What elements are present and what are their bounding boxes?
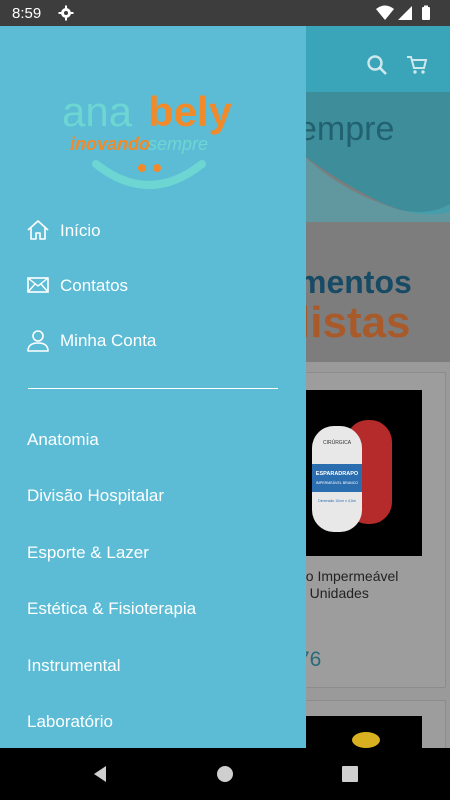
logo-slogan-part1: inovando	[70, 134, 150, 154]
logo-eye-right	[153, 164, 161, 172]
category-item-divisao-hospitalar[interactable]: Divisão Hospitalar	[0, 474, 306, 518]
menu-item-label: Minha Conta	[60, 331, 157, 350]
category-label: Estética & Fisioterapia	[27, 599, 197, 618]
logo-slogan-part2: sempre	[148, 134, 208, 154]
cart-icon[interactable]	[406, 54, 428, 76]
category-item-esporte-lazer[interactable]: Esporte & Lazer	[0, 531, 306, 575]
banner-tagline: empre	[298, 110, 395, 148]
menu-item-label: Início	[60, 221, 101, 240]
product-2-thumb	[352, 732, 380, 748]
product-name[interactable]: po Impermeável 0 Unidades	[298, 568, 448, 602]
menu-item-contatos[interactable]: Contatos	[0, 261, 306, 311]
category-label: Divisão Hospitalar	[27, 486, 164, 505]
recents-square-icon[interactable]	[340, 764, 360, 784]
logo-word-part1: ana	[62, 88, 133, 135]
menu-item-label: Contatos	[60, 276, 129, 295]
category-label: Instrumental	[27, 656, 121, 675]
battery-icon	[422, 7, 430, 20]
product-image-2[interactable]	[306, 716, 422, 748]
package-label-1: ESPARADRAPO	[316, 471, 359, 477]
status-time: 8:59	[12, 5, 42, 22]
banner-headline-1: mentos	[298, 264, 412, 300]
home-icon	[27, 220, 49, 240]
back-icon[interactable]	[90, 764, 110, 784]
status-bar: 8:59	[0, 0, 450, 26]
menu-item-inicio[interactable]: Início	[0, 206, 306, 256]
product-image[interactable]: CIRÚRGICA ESPARADRAPO IMPERMEÁVEL BRANCO…	[306, 390, 422, 556]
package-brand: CIRÚRGICA	[323, 439, 352, 446]
user-icon	[27, 330, 49, 352]
category-label: Esporte & Lazer	[27, 543, 149, 562]
banner-headline-2: listas	[298, 298, 411, 347]
category-item-instrumental[interactable]: Instrumental	[0, 644, 306, 688]
category-label: Laboratório	[27, 712, 114, 731]
logo-smile	[92, 160, 206, 189]
logo-eye-left	[138, 164, 146, 172]
category-item-estetica-fisioterapia[interactable]: Estética & Fisioterapia	[0, 587, 306, 631]
signal-icon	[398, 6, 412, 20]
menu-divider	[28, 388, 278, 389]
navigation-drawer: ana bely inovando sempre Início Contatos…	[0, 26, 306, 748]
wifi-icon	[376, 5, 394, 20]
menu-item-minha-conta[interactable]: Minha Conta	[0, 316, 306, 366]
anabely-logo[interactable]: ana bely inovando sempre	[56, 78, 256, 198]
settings-gear-icon	[58, 5, 74, 21]
package-label-2: IMPERMEÁVEL BRANCO	[316, 481, 358, 485]
category-label: Anatomia	[27, 430, 99, 449]
category-item-anatomia[interactable]: Anatomia	[0, 418, 306, 462]
status-icons	[376, 5, 430, 20]
search-icon[interactable]	[366, 54, 388, 76]
home-circle-icon[interactable]	[215, 764, 235, 784]
system-navigation-bar	[0, 748, 450, 800]
logo-word-part2: bely	[148, 88, 233, 135]
tape-rolls-image: CIRÚRGICA ESPARADRAPO IMPERMEÁVEL BRANCO…	[312, 420, 392, 532]
package-label-3: Dimensão 10cm x 4,5m	[318, 499, 356, 503]
category-item-laboratorio[interactable]: Laboratório	[0, 700, 306, 744]
envelope-icon	[27, 277, 49, 293]
